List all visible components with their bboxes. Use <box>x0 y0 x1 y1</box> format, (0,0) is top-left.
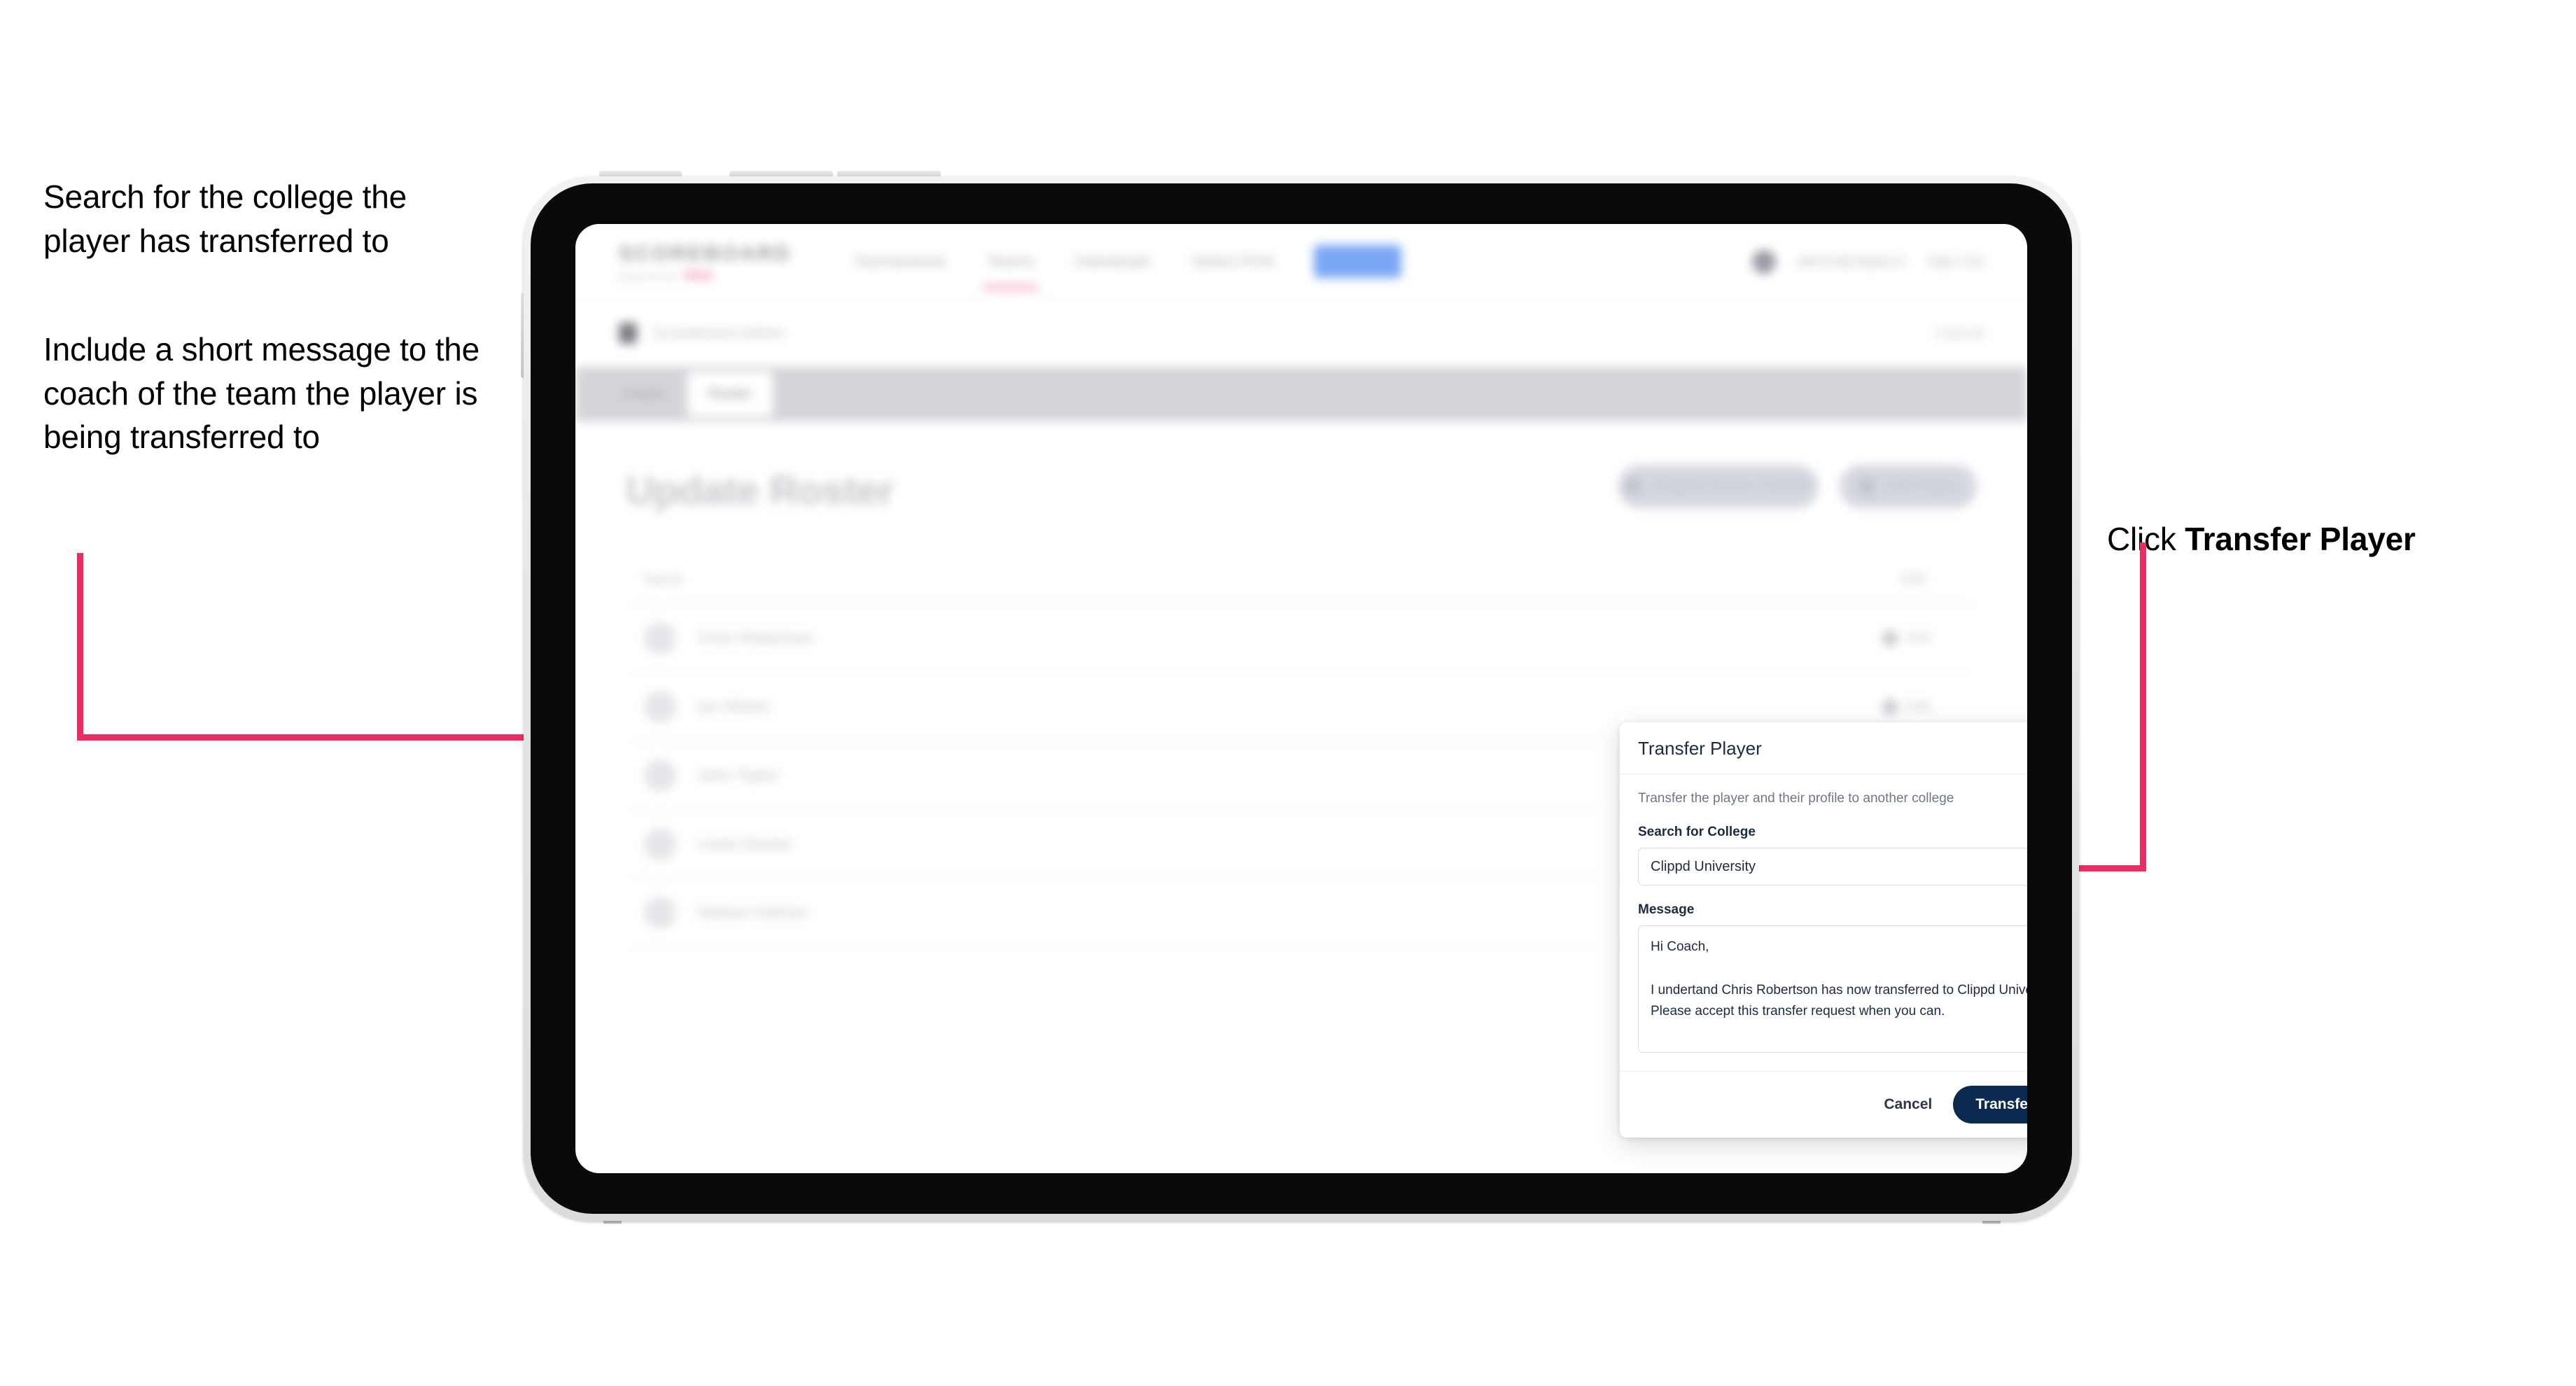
avatar <box>644 759 676 792</box>
edit-player-button[interactable]: Edit <box>1879 696 1959 717</box>
nav-item-select-pga[interactable]: Select PGA <box>1190 248 1276 275</box>
tab-roster[interactable]: Roster <box>687 372 774 416</box>
app-logo[interactable]: SCOREBOARD powered by <box>619 242 792 281</box>
clippd-mark-icon <box>683 272 713 279</box>
search-college-input[interactable]: Clippd University <box>1638 848 2027 886</box>
player-name: John Taylor <box>697 766 780 784</box>
nav-item-teams[interactable]: Teams <box>982 248 1039 290</box>
column-header-name: Name <box>644 571 684 587</box>
screenshot-canvas: Search for the college the player has tr… <box>0 0 2576 1386</box>
breadcrumb-label: Scoreboard Admin <box>652 323 785 342</box>
add-player-label: Add Player <box>1885 478 1958 494</box>
message-label: Message <box>1638 902 1695 917</box>
modal-header: Transfer Player <box>1620 722 2027 774</box>
modal-footer: Cancel Transfer Player <box>1620 1071 2027 1138</box>
app-header-user-area: admin@clippd.io Sign Out <box>1751 249 1984 274</box>
logo-powered-by: powered by <box>619 270 677 281</box>
transfer-player-button[interactable]: Transfer Player <box>1953 1086 2027 1124</box>
player-name: Chris Robertson <box>697 629 814 647</box>
field-spacer <box>1638 886 2027 902</box>
avatar <box>644 622 676 654</box>
avatar <box>644 896 676 929</box>
player-name: Nathan Holmes <box>697 903 808 921</box>
breadcrumb-cancel-button[interactable]: Cancel <box>1936 324 1984 342</box>
building-icon <box>619 322 637 344</box>
transfer-player-modal: Transfer Player Transfer the player and … <box>1620 722 2027 1138</box>
user-email: admin@clippd.io <box>1796 253 1906 270</box>
search-college-label: Search for College <box>1638 825 1756 839</box>
table-header-row: Name Edit <box>626 571 1977 604</box>
nav-item-admin[interactable]: Admin <box>1313 245 1402 278</box>
plus-icon <box>1858 479 1875 494</box>
message-input[interactable]: Hi Coach, I undertand Chris Robertson ha… <box>1638 925 2027 1053</box>
app-header: SCOREBOARD powered by Tournaments Teams … <box>575 224 2027 300</box>
avatar[interactable] <box>1751 249 1776 274</box>
column-header-edit: Edit <box>1900 571 1926 587</box>
modal-description: Transfer the player and their profile to… <box>1638 791 1954 806</box>
tab-strip: Details Roster <box>575 367 2027 421</box>
edit-player-button[interactable]: Edit <box>1879 628 1959 648</box>
request-roster-transfer-label: Request Roster Transfer <box>1651 478 1812 494</box>
tab-details[interactable]: Details <box>601 367 687 421</box>
pencil-icon <box>1879 696 1900 717</box>
avatar <box>644 690 676 723</box>
table-row[interactable]: Chris Robertson Edit <box>626 604 1977 673</box>
modal-title: Transfer Player <box>1638 738 1762 759</box>
page-action-buttons: Request Roster Transfer Add Player <box>1618 465 1977 508</box>
avatar <box>644 827 676 860</box>
cancel-button[interactable]: Cancel <box>1884 1096 1932 1113</box>
pencil-icon <box>1879 628 1900 648</box>
player-name: Lewis Davies <box>697 834 792 853</box>
edit-label: Edit <box>1906 630 1931 645</box>
tablet-device-frame: SCOREBOARD powered by Tournaments Teams … <box>524 176 2079 1221</box>
app-nav: Tournaments Teams Individuals Select PGA… <box>852 245 1402 290</box>
tablet-bezel: SCOREBOARD powered by Tournaments Teams … <box>531 183 2072 1214</box>
edit-label: Edit <box>1906 699 1931 714</box>
modal-body: Transfer the player and their profile to… <box>1620 774 2027 1071</box>
request-roster-transfer-button[interactable]: Request Roster Transfer <box>1618 465 1819 508</box>
nav-item-tournaments[interactable]: Tournaments <box>852 248 948 275</box>
download-icon <box>1625 479 1641 494</box>
sign-out-button[interactable]: Sign Out <box>1926 253 1984 270</box>
nav-item-individuals[interactable]: Individuals <box>1073 248 1152 275</box>
player-name: Ian Winter <box>697 697 771 715</box>
breadcrumb: Scoreboard Admin Cancel <box>575 300 2027 367</box>
add-player-button[interactable]: Add Player <box>1840 465 1977 508</box>
tablet-screen: SCOREBOARD powered by Tournaments Teams … <box>575 224 2027 1173</box>
logo-text: SCOREBOARD <box>619 241 792 265</box>
logo-subtext-row: powered by <box>619 270 792 281</box>
